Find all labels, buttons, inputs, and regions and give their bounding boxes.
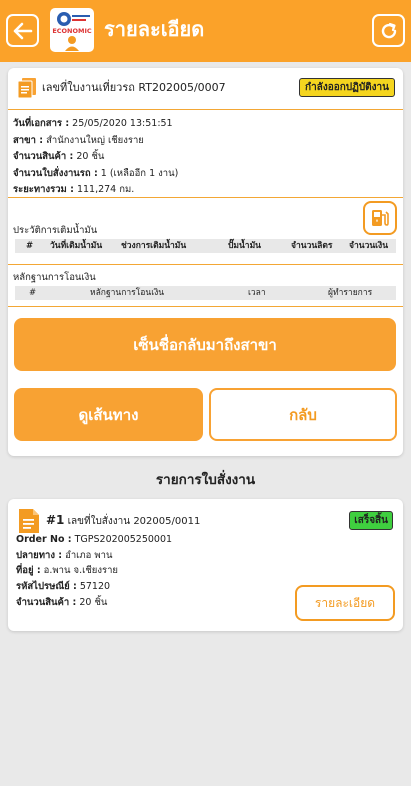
fuel-history-title: ประวัติการเติมน้ำมัน: [13, 225, 98, 236]
trip-info: วันที่เอกสาร : 25/05/2020 13:51:51 สาขา …: [13, 116, 178, 199]
info-row-branch: สาขา : สำนักงานใหญ่ เชียงราย: [13, 134, 144, 146]
order-info: Order No : TGPS202005250001 ปลายทาง : อำ…: [16, 532, 172, 611]
order-index: #1: [46, 513, 65, 527]
trip-doc-number-value: RT202005/0007: [138, 81, 226, 94]
logo-text: ECONOMIC: [52, 27, 92, 35]
transfer-proof-title: หลักฐานการโอนเงิน: [13, 272, 96, 283]
bottom-strip: [0, 786, 411, 800]
company-logo: ECONOMIC: [50, 8, 94, 52]
trip-detail-card: เลขที่ใบงานเที่ยวรถ RT202005/0007 กำลังอ…: [8, 68, 403, 456]
trip-doc-number-label: เลขที่ใบงานเที่ยวรถ: [42, 81, 135, 94]
order-card: #1 เลขที่ใบสั่งงาน 202005/0011 เสร็จสิ้น…: [8, 499, 403, 631]
status-badge: กำลังออกปฏิบัติงาน: [299, 78, 395, 97]
divider: [8, 306, 403, 307]
order-row-order-no: Order No : TGPS202005250001: [16, 534, 173, 545]
info-row-item-count: จำนวนสินค้า : 20 ชิ้น: [13, 151, 105, 163]
add-fuel-button[interactable]: [363, 201, 397, 235]
back-button[interactable]: กลับ: [209, 388, 397, 441]
order-header: #1 เลขที่ใบสั่งงาน 202005/0011: [46, 512, 200, 530]
trip-doc-number: เลขที่ใบงานเที่ยวรถ RT202005/0007: [42, 80, 226, 96]
page-title: รายละเอียด: [104, 17, 205, 41]
info-row-date: วันที่เอกสาร : 25/05/2020 13:51:51: [13, 118, 173, 129]
divider: [8, 109, 403, 110]
transfer-table-header: # หลักฐานการโอนเงิน เวลา ผู้ทำรายการ: [15, 286, 396, 300]
order-number-label: เลขที่ใบสั่งงาน: [67, 516, 131, 527]
refresh-button[interactable]: [372, 14, 405, 47]
order-detail-button[interactable]: รายละเอียด: [295, 585, 395, 621]
view-route-button[interactable]: ดูเส้นทาง: [14, 388, 203, 441]
order-row-destination: ปลายทาง : อำเภอ พาน: [16, 549, 113, 561]
order-row-postcode: รหัสไปรษณีย์ : 57120: [16, 581, 111, 593]
arrow-left-icon: [13, 22, 32, 39]
order-number-value: 202005/0011: [133, 516, 201, 527]
sign-return-button[interactable]: เซ็นชื่อกลับมาถึงสาขา: [14, 318, 396, 371]
divider: [8, 197, 403, 198]
order-list-title: รายการใบสั่งงาน: [155, 472, 256, 488]
order-row-address: ที่อยู่ : อ.พาน จ.เชียงราย: [16, 565, 118, 577]
fuel-pump-icon: [372, 210, 389, 226]
info-row-order-count: จำนวนใบสั่งงานรถ : 1 (เหลืออีก 1 งาน): [13, 167, 179, 179]
status-badge: เสร็จสิ้น: [349, 511, 393, 530]
documents-icon: [17, 78, 36, 99]
back-arrow-button[interactable]: [6, 14, 39, 47]
divider: [8, 264, 403, 265]
order-row-item-count: จำนวนสินค้า : 20 ชิ้น: [16, 596, 108, 608]
app-bar: ECONOMIC รายละเอียด: [0, 0, 411, 62]
refresh-icon: [381, 22, 396, 38]
document-icon: [19, 509, 39, 533]
fuel-table-header: # วันที่เติมน้ำมัน ช่วงการเติมน้ำมัน ปั๊…: [15, 239, 396, 253]
